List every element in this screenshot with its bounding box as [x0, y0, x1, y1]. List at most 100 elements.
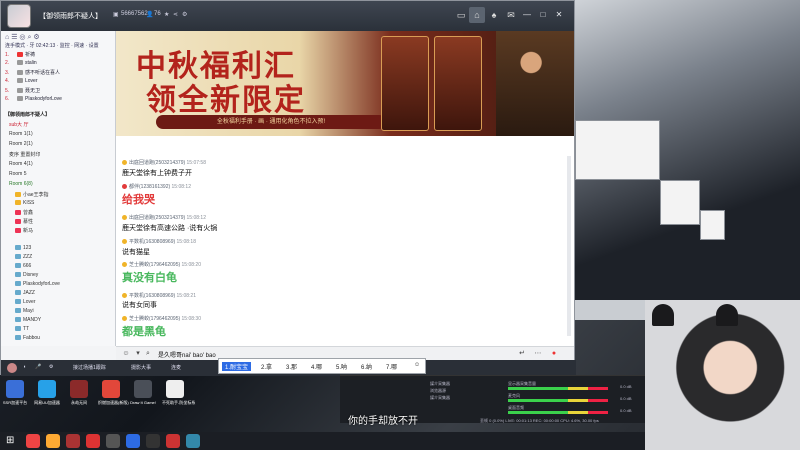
rank-item[interactable]: 1. 祈祷 — [5, 51, 115, 59]
member-item[interactable]: Fabbou — [15, 335, 115, 343]
member-item[interactable]: Mayi — [15, 308, 115, 316]
ime-settings-icon[interactable]: ☺ — [414, 362, 420, 368]
channel-item[interactable]: Room 2(1) — [9, 141, 115, 147]
windows-start-icon[interactable]: ⊞ — [6, 435, 14, 446]
user-level-icon — [122, 316, 127, 322]
room-id: 56667562 — [121, 11, 148, 17]
app-icon[interactable] — [146, 434, 160, 448]
desktop-icon[interactable]: 网易UU加速器 — [34, 380, 60, 406]
channel-item[interactable]: Room 5 — [9, 171, 115, 177]
channel-item[interactable]: Room 4(1) — [9, 161, 115, 167]
mail-icon[interactable]: ✉ — [503, 7, 519, 23]
ime-candidate[interactable]: 1.耐宝宝 — [222, 362, 252, 371]
app-icon[interactable] — [106, 434, 120, 448]
maximize-button[interactable]: □ — [537, 9, 549, 21]
chat-icon[interactable]: ☰ — [11, 34, 17, 41]
member-item[interactable]: PlaskodyforLove — [15, 281, 115, 289]
chrome-icon[interactable] — [26, 434, 40, 448]
obs-source[interactable]: 媒介采集器 — [430, 395, 450, 401]
mic-icon[interactable]: 🎤 — [35, 364, 41, 370]
member-item[interactable]: ZZZ — [15, 254, 115, 262]
search-icon[interactable]: ⌕ — [142, 349, 154, 359]
message-text: 说有女同事 — [122, 302, 157, 309]
obs-source[interactable]: 媒介采集器 — [430, 381, 450, 387]
app-icon[interactable] — [86, 434, 100, 448]
star-icon[interactable]: ★ — [164, 11, 169, 18]
gift-icon — [15, 210, 21, 216]
speaker-icon[interactable]: ◖ — [23, 364, 26, 370]
desktop-icon[interactable]: 永劫无间 — [66, 380, 92, 406]
folder-icon[interactable] — [46, 434, 60, 448]
group-title[interactable]: 【御领雨郎不疑人】 — [5, 111, 115, 118]
rank-item[interactable]: 3. 感不听话在喜人 — [5, 69, 115, 77]
bottom-action-2[interactable]: 摄影大事 — [131, 364, 151, 371]
mic-icon[interactable]: ● — [548, 349, 560, 359]
ime-candidate[interactable]: 4.哪 — [311, 362, 322, 371]
obs-meter-value: 0.0 dB — [620, 384, 632, 389]
member-item[interactable]: 新马 — [15, 227, 115, 235]
app-icon[interactable] — [166, 434, 180, 448]
emoji-icon[interactable]: ☺ — [120, 349, 132, 359]
member-item[interactable]: KISS — [15, 200, 115, 208]
send-icon[interactable]: ↵ — [516, 349, 528, 359]
ime-candidate[interactable]: 7.哪 — [386, 362, 397, 371]
member-item[interactable]: 慕性 — [15, 218, 115, 226]
settings-icon[interactable]: ⚙ — [33, 34, 39, 41]
ime-candidate[interactable]: 5.呐 — [336, 362, 347, 371]
message-text: 给我哭 — [122, 194, 155, 206]
app-icon[interactable] — [126, 434, 140, 448]
user-level-icon — [122, 184, 127, 190]
share-icon[interactable]: ⋖ — [173, 11, 178, 18]
room-avatar[interactable] — [7, 4, 31, 28]
member-item[interactable]: TT — [15, 326, 115, 334]
message-header: 出庭回道跑(2503214379) 15:07:58 — [122, 159, 206, 166]
ime-candidate[interactable]: 2.拿 — [261, 362, 272, 371]
chat-scrollbar[interactable] — [567, 156, 571, 336]
member-item[interactable]: Lover — [15, 299, 115, 307]
desktop-icon[interactable]: 不死助手-防坐标系 — [162, 380, 195, 406]
location-icon[interactable]: ◎ — [19, 34, 25, 41]
user-avatar[interactable] — [7, 363, 17, 373]
rank-item[interactable]: 6. PlaskodyforLove — [5, 96, 115, 104]
home-icon[interactable]: ⌂ — [5, 34, 9, 41]
member-item[interactable]: 666 — [15, 263, 115, 271]
ime-candidate[interactable]: 3.那 — [286, 362, 297, 371]
member-item[interactable]: 小ae王李指 — [15, 191, 115, 199]
desktop-icon[interactable]: 炽燃加速器(新版) — [98, 380, 129, 406]
gamepad-icon[interactable]: ♠ — [486, 7, 502, 23]
rank-item[interactable]: 4. Lover — [5, 78, 115, 86]
minimize-button[interactable]: — — [521, 9, 533, 21]
channel-item[interactable]: Room 6(8) — [9, 181, 115, 187]
title-bar[interactable]: 【御领雨郎不疑人】 ▣ 56667562 👤 76 ★ ⋖ ⚙ ▭ ⌂ ♠ ✉ … — [1, 1, 574, 31]
member-item[interactable]: JAZZ — [15, 290, 115, 298]
channel-item[interactable]: 麦序 重置封印 — [9, 151, 115, 158]
bottom-action-3[interactable]: 连麦 — [171, 364, 181, 371]
member-item[interactable]: Disney — [15, 272, 115, 280]
rank-item[interactable]: 2. stalin — [5, 60, 115, 68]
member-item[interactable]: MANDY — [15, 317, 115, 325]
level-badge-icon — [17, 96, 23, 102]
rank-item[interactable]: 5. 聂无卫 — [5, 87, 115, 95]
member-item[interactable]: 123 — [15, 245, 115, 253]
obs-source[interactable]: 浏览器源 — [430, 388, 446, 394]
app-icon[interactable] — [186, 434, 200, 448]
search-icon[interactable]: ⌕ — [27, 34, 31, 41]
screen-icon[interactable]: ▭ — [453, 7, 469, 23]
desktop-icon[interactable]: SSR加速平台 — [2, 380, 28, 406]
settings-icon[interactable]: ⚙ — [182, 11, 187, 18]
sub-channel[interactable]: sub大 厅 — [9, 121, 115, 128]
more-icon[interactable]: ⋯ — [532, 349, 544, 359]
channel-item[interactable]: Room 1(1) — [9, 131, 115, 137]
cat-ear-left — [652, 304, 674, 326]
app-icon[interactable] — [66, 434, 80, 448]
home-icon[interactable]: ⌂ — [469, 7, 485, 23]
member-item[interactable]: 曾鑫 — [15, 209, 115, 217]
promo-banner[interactable]: 中秋福利汇 领全新限定 全秋福利手册 · 画 · 通用化角色不拉入预! — [116, 31, 574, 136]
ime-candidate[interactable]: 6.纳 — [361, 362, 372, 371]
desktop-icon[interactable]: Draw It Game! — [130, 380, 156, 405]
app-icon — [38, 380, 56, 398]
close-button[interactable]: ✕ — [553, 9, 565, 21]
chat-message-area[interactable]: 出庭回道跑(2503214379) 15:07:58 鹿天堂徐有上钟费子开 都伴… — [116, 136, 574, 346]
settings-icon[interactable]: ⚙ — [49, 364, 53, 370]
bottom-action-1[interactable]: 接过场播1跟踪 — [73, 364, 106, 371]
